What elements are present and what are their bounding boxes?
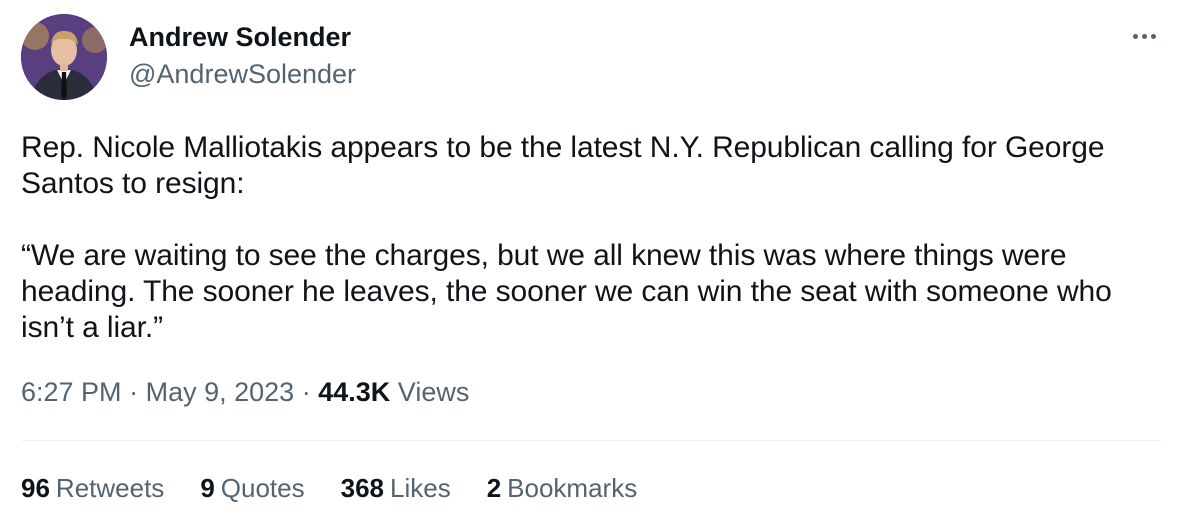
- author-name[interactable]: Andrew Solender: [129, 19, 351, 55]
- tweet-card: Andrew Solender @AndrewSolender Rep. Nic…: [0, 0, 1188, 530]
- retweets-stat[interactable]: 96 Retweets: [21, 470, 164, 506]
- avatar-photo-icon: [21, 14, 107, 100]
- bookmarks-stat[interactable]: 2 Bookmarks: [487, 470, 638, 506]
- retweets-count: 96: [21, 473, 50, 503]
- meta-separator: ·: [129, 377, 139, 407]
- author-handle[interactable]: @AndrewSolender: [129, 56, 356, 92]
- engagement-stats: 96 Retweets 9 Quotes 368 Likes 2 Bookmarks: [21, 470, 637, 506]
- tweet-text: Rep. Nicole Malliotakis appears to be th…: [21, 130, 1171, 346]
- quotes-label: Quotes: [220, 473, 305, 503]
- tweet-date: May 9, 2023: [145, 377, 295, 407]
- retweets-label: Retweets: [55, 473, 165, 503]
- quotes-stat[interactable]: 9 Quotes: [200, 470, 304, 506]
- tweet-timestamp[interactable]: 6:27 PM · May 9, 2023: [21, 377, 294, 407]
- views-number: 44.3K: [318, 377, 391, 407]
- bookmarks-count: 2: [486, 473, 502, 503]
- views-label: Views: [397, 377, 470, 407]
- tweet-time: 6:27 PM: [21, 377, 122, 407]
- likes-stat[interactable]: 368 Likes: [341, 470, 451, 506]
- meta-separator: ·: [301, 377, 311, 407]
- likes-count: 368: [340, 473, 384, 503]
- tweet-paragraph: Rep. Nicole Malliotakis appears to be th…: [21, 131, 1105, 200]
- more-options-icon[interactable]: [1124, 24, 1164, 48]
- likes-label: Likes: [390, 473, 451, 503]
- bookmarks-label: Bookmarks: [507, 473, 638, 503]
- divider: [21, 440, 1162, 441]
- views-count[interactable]: 44.3K Views: [318, 377, 469, 407]
- tweet-meta: 6:27 PM · May 9, 2023 · 44.3K Views: [21, 374, 469, 410]
- quotes-count: 9: [200, 473, 215, 503]
- avatar[interactable]: [21, 14, 107, 100]
- tweet-paragraph: “We are waiting to see the charges, but …: [21, 239, 1112, 344]
